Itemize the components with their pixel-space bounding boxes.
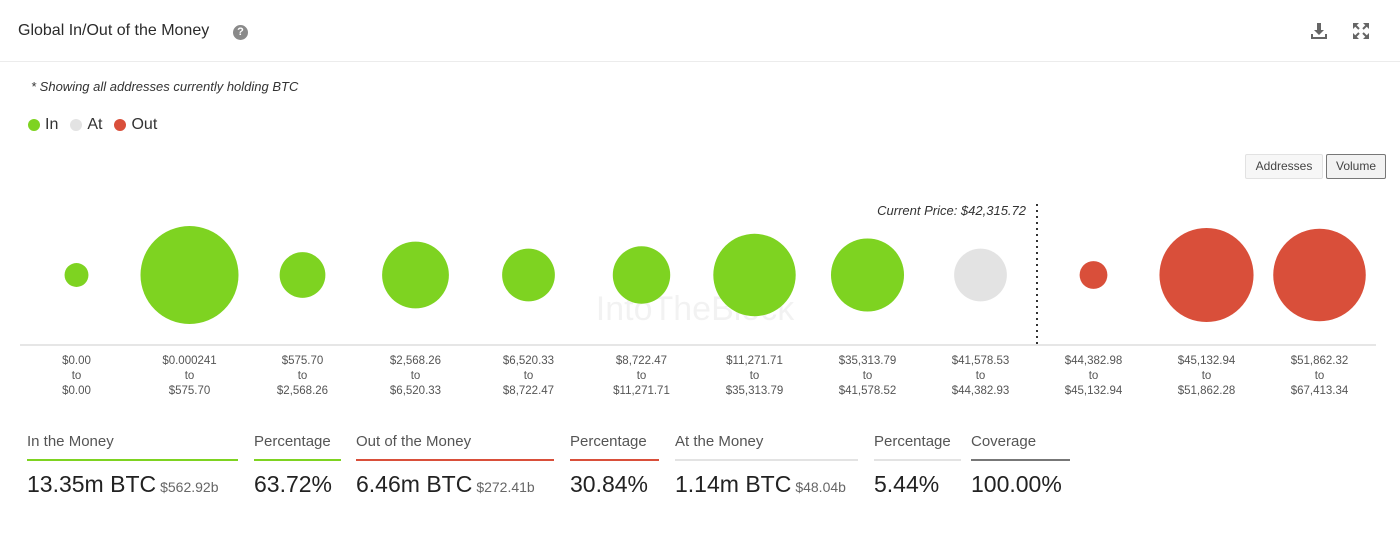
stat-value: 6.46m BTC $272.41b bbox=[356, 471, 535, 497]
bubble-chart: IntoTheBlock$0.00to$0.00$0.000241to$575.… bbox=[20, 203, 1376, 397]
tick-label: $6,520.33 bbox=[390, 385, 441, 397]
page-title: Global In/Out of the Money bbox=[18, 22, 210, 39]
stat-subvalue: $48.04b bbox=[795, 479, 846, 495]
tick-label: $41,578.53 bbox=[952, 355, 1010, 367]
chart-note: * Showing all addresses currently holdin… bbox=[31, 79, 299, 94]
stat-underline bbox=[27, 459, 238, 461]
stat-value: 30.84% bbox=[570, 471, 649, 497]
legend-at-label: At bbox=[87, 116, 103, 133]
tick-connector: to bbox=[1089, 370, 1099, 382]
bubble-in[interactable] bbox=[830, 238, 905, 312]
bubble-in[interactable] bbox=[502, 248, 555, 302]
stat-label: Percentage bbox=[570, 433, 647, 450]
tick-label: $51,862.28 bbox=[1178, 385, 1236, 397]
stat-underline bbox=[570, 459, 659, 461]
download-icon[interactable] bbox=[1309, 21, 1329, 41]
tick-connector: to bbox=[750, 370, 760, 382]
bubble-in[interactable] bbox=[612, 246, 671, 304]
tick-connector: to bbox=[298, 370, 308, 382]
tick-label: $8,722.47 bbox=[616, 355, 667, 367]
tick-label: $11,271.71 bbox=[726, 355, 783, 367]
legend-in-label: In bbox=[45, 116, 59, 133]
stat-subvalue: $272.41b bbox=[476, 479, 535, 495]
legend-in-dot bbox=[28, 119, 40, 131]
tick-label: $0.00 bbox=[62, 355, 91, 367]
tick-label: $8,722.47 bbox=[503, 385, 554, 397]
stat-block: Coverage 100.00% bbox=[971, 433, 1070, 498]
stat-value: 1.14m BTC $48.04b bbox=[675, 471, 846, 497]
bubble-out[interactable] bbox=[1079, 261, 1108, 289]
stat-subvalue: $562.92b bbox=[160, 479, 219, 495]
addresses-toggle-button[interactable]: Addresses bbox=[1245, 154, 1323, 179]
stat-label: Percentage bbox=[254, 433, 331, 450]
tick-label: $575.70 bbox=[169, 385, 211, 397]
header: Global In/Out of the Money ? bbox=[0, 0, 1400, 62]
tick-label: $0.00 bbox=[62, 385, 91, 397]
stat-block: Percentage 5.44% bbox=[874, 433, 961, 498]
tick-label: $44,382.98 bbox=[1065, 355, 1123, 367]
stat-block: Percentage 30.84% bbox=[570, 433, 659, 498]
tick-connector: to bbox=[185, 370, 195, 382]
stat-underline bbox=[675, 459, 858, 461]
tick-label: $35,313.79 bbox=[839, 355, 897, 367]
stat-underline bbox=[971, 459, 1070, 461]
stat-label: In the Money bbox=[27, 433, 114, 450]
bubble-out[interactable] bbox=[1159, 227, 1254, 323]
legend-out-label: Out bbox=[131, 116, 158, 133]
tick-label: $45,132.94 bbox=[1178, 355, 1236, 367]
stat-label: Coverage bbox=[971, 433, 1037, 450]
stat-underline bbox=[356, 459, 554, 461]
bubble-at[interactable] bbox=[954, 248, 1007, 302]
stat-value: 63.72% bbox=[254, 471, 333, 497]
volume-toggle-button[interactable]: Volume bbox=[1326, 154, 1386, 179]
tick-connector: to bbox=[976, 370, 986, 382]
tick-label: $0.000241 bbox=[162, 355, 216, 367]
tick-label: $6,520.33 bbox=[503, 355, 554, 367]
tick-label: $51,862.32 bbox=[1291, 355, 1349, 367]
stat-label: At the Money bbox=[675, 433, 764, 450]
tick-label: $45,132.94 bbox=[1065, 385, 1123, 397]
help-icon[interactable]: ? bbox=[233, 25, 248, 40]
stat-underline bbox=[254, 459, 341, 461]
stat-value: 100.00% bbox=[971, 471, 1062, 497]
legend: In At Out bbox=[28, 116, 169, 134]
bubble-in[interactable] bbox=[64, 263, 89, 287]
tick-label: $2,568.26 bbox=[277, 385, 328, 397]
legend-item-at[interactable]: At bbox=[70, 116, 102, 134]
stat-block: Percentage 63.72% bbox=[254, 433, 341, 498]
expand-icon[interactable] bbox=[1351, 21, 1371, 41]
tick-label: $35,313.79 bbox=[726, 385, 784, 397]
stat-label: Percentage bbox=[874, 433, 951, 450]
bubble-in[interactable] bbox=[713, 233, 796, 317]
legend-out-dot bbox=[114, 119, 127, 131]
stat-value: 13.35m BTC $562.92b bbox=[27, 471, 219, 497]
tick-label: $11,271.71 bbox=[613, 385, 670, 397]
current-price-label: Current Price: $42,315.72 bbox=[877, 203, 1027, 218]
stat-block: At the Money 1.14m BTC $48.04b bbox=[675, 433, 858, 498]
stat-label: Out of the Money bbox=[356, 433, 472, 450]
stat-block: Out of the Money 6.46m BTC $272.41b bbox=[356, 433, 554, 498]
bubble-out[interactable] bbox=[1273, 228, 1366, 322]
tick-label: $44,382.93 bbox=[952, 385, 1010, 397]
stat-block: In the Money 13.35m BTC $562.92b bbox=[27, 433, 238, 498]
legend-at-dot bbox=[70, 119, 83, 131]
stat-underline bbox=[874, 459, 961, 461]
tick-label: $575.70 bbox=[282, 355, 324, 367]
tick-connector: to bbox=[863, 370, 873, 382]
tick-connector: to bbox=[1315, 370, 1325, 382]
tick-connector: to bbox=[637, 370, 647, 382]
bubble-in[interactable] bbox=[279, 252, 326, 298]
tick-label: $2,568.26 bbox=[390, 355, 441, 367]
bubble-in[interactable] bbox=[140, 226, 239, 324]
tick-connector: to bbox=[524, 370, 534, 382]
stat-value: 5.44% bbox=[874, 471, 940, 497]
tick-connector: to bbox=[1202, 370, 1212, 382]
legend-item-out[interactable]: Out bbox=[114, 116, 157, 134]
bubble-in[interactable] bbox=[382, 241, 449, 309]
tick-connector: to bbox=[72, 370, 82, 382]
tick-label: $41,578.52 bbox=[839, 385, 897, 397]
tick-connector: to bbox=[411, 370, 421, 382]
legend-item-in[interactable]: In bbox=[28, 116, 58, 134]
tick-label: $67,413.34 bbox=[1291, 385, 1349, 397]
